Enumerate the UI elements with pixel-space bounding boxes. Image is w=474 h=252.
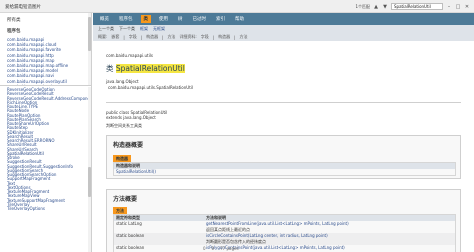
nav-tab[interactable]: 概览 — [98, 15, 111, 23]
method-modifier: static boolean — [116, 233, 145, 238]
class-title-prefix: 类 — [106, 64, 114, 73]
class-link[interactable]: TileOverlayOptions — [7, 206, 91, 211]
maximize-icon[interactable]: □ — [455, 4, 461, 10]
window-title: 爱给漏电铅造图片 — [5, 5, 41, 10]
method-modifier: static LatLng — [116, 221, 142, 226]
constructor-summary: 构造器概要 构造器 构造器和说明 SpatialRelationUtil() — [106, 135, 461, 179]
package-scrollbar[interactable] — [88, 13, 91, 85]
superclass-link[interactable]: java.lang.Object — [106, 79, 139, 84]
summary-link: 构造器 — [146, 34, 159, 39]
method-cell: isCircleContainsPoint(LatLng center, int… — [204, 233, 455, 245]
subnav-link[interactable]: 无框架 — [153, 26, 165, 32]
class-title: 类 SpatialRelationUtil — [106, 63, 185, 74]
title-bar: 爱给漏电铅造图片 1个匹配 ▲ ▼ SpatialRelationUtil – … — [0, 0, 474, 13]
method-summary-title: 方法概要 — [113, 196, 138, 203]
method-cell: getNearestPointFromLine(java.util.List<L… — [204, 221, 455, 233]
sub-navbar-2: 概要: 嵌套 | 字段 | 构造器 | 方法 详细资料: 字段 | 构造器 | 方法 — [93, 33, 474, 41]
subnav-link[interactable]: 下一个类 — [119, 26, 135, 32]
status-item: 0 — [211, 246, 215, 251]
summary-link: 方法 — [167, 34, 176, 39]
package-name[interactable]: com.baidu.mapapi.utils — [106, 53, 153, 58]
package-list-frame: 所有类 程序包 com.baidu.mapapi com.baidu.mapapi… — [0, 13, 91, 86]
summary-link: 概要: — [98, 34, 108, 39]
class-list: ReverseGeoCodeOption ReverseGeoCodeResult… — [7, 87, 91, 211]
method-summary: 方法概要 方法 限定符和类型 方法和说明 static LatLng getNea… — [106, 189, 461, 252]
constructor-summary-title: 构造器概要 — [113, 142, 144, 149]
summary-link: 构造器 — [218, 34, 231, 39]
summary-link: | — [123, 34, 125, 40]
status-item: 0 — [203, 246, 206, 251]
class-list-frame: ReverseGeoCodeOption ReverseGeoCodeResult… — [0, 87, 91, 252]
nav-tab: 类 — [140, 15, 151, 23]
find-input-value: SpatialRelationUtil — [394, 4, 431, 9]
nav-tab[interactable]: 使用 — [157, 15, 170, 23]
top-navbar: 概览 程序包类使用树已过时 索引 帮助 — [93, 13, 474, 25]
table-row: static boolean isCircleContainsPoint(LatL… — [114, 233, 455, 245]
divider — [106, 102, 461, 103]
summary-link: 字段 — [128, 34, 137, 39]
sub-navbar-1: 上一个类 下一个类 框架 无框架 — [93, 25, 474, 33]
summary-link: 方法 — [239, 34, 248, 39]
summary-link: | — [212, 34, 215, 40]
subnav-link[interactable]: 框架 — [140, 26, 148, 32]
all-classes-link[interactable]: 所有类 — [7, 17, 91, 23]
class-doc-frame: 概览 程序包类使用树已过时 索引 帮助 上一个类 下一个类 框架 无框架 概要: 嵌套 | 字段 |… — [93, 13, 474, 252]
find-input[interactable]: SpatialRelationUtil — [391, 3, 443, 10]
summary-link: | — [162, 34, 164, 40]
subnav-link[interactable]: 上一个类 — [98, 26, 114, 32]
arrow-up-icon[interactable]: ▲ — [373, 4, 379, 10]
packages-heading: 程序包 — [7, 29, 21, 34]
status-bar: 0 0 77 pages — [93, 245, 474, 252]
summary-link: 嵌套 — [111, 34, 120, 39]
constructor-table: 构造器和说明 SpatialRelationUtil() — [113, 162, 456, 176]
class-title-name: SpatialRelationUtil — [115, 64, 185, 73]
match-count: 1个匹配 — [355, 3, 370, 9]
nav-tab[interactable]: 已过时 — [191, 15, 209, 23]
find-toolbar: 1个匹配 ▲ ▼ SpatialRelationUtil – □ ✕ — [355, 3, 470, 10]
nav-tab[interactable]: 程序包 — [117, 15, 135, 23]
nav-tab[interactable]: 帮助 — [233, 15, 246, 23]
summary-link: 详细资料: — [179, 34, 197, 39]
table-row: static LatLng getNearestPointFromLine(jav… — [114, 221, 455, 233]
constructor-link[interactable]: SpatialRelationUtil() — [114, 169, 204, 174]
class-extends: extends java.lang.Object — [106, 115, 156, 120]
method-signature-link[interactable]: isCircleContainsPoint(LatLng center, int… — [206, 233, 455, 238]
class-description: 判断空间关系工具类 — [106, 123, 142, 128]
class-scrollbar[interactable] — [88, 87, 91, 252]
nav-tab[interactable]: 树 — [176, 15, 185, 23]
package-scrollbar-thumb[interactable] — [88, 17, 91, 51]
table-row: SpatialRelationUtil() — [114, 169, 455, 175]
inheritance-class: com.baidu.mapapi.utils.SpatialRelationUt… — [108, 85, 193, 90]
minimize-icon[interactable]: – — [446, 4, 452, 10]
close-icon[interactable]: ✕ — [464, 4, 470, 10]
summary-link: | — [234, 34, 236, 40]
status-item: 77 pages — [220, 246, 239, 251]
package-link[interactable]: com.baidu.mapapi.radar — [7, 84, 91, 85]
nav-tab[interactable]: 索引 — [214, 15, 227, 23]
arrow-down-icon[interactable]: ▼ — [382, 4, 388, 10]
class-scrollbar-thumb[interactable] — [88, 167, 91, 197]
summary-link: | — [140, 34, 143, 40]
method-signature-link[interactable]: getNearestPointFromLine(java.util.List<L… — [206, 221, 455, 226]
summary-link: 字段 — [200, 34, 209, 39]
left-frames: 所有类 程序包 com.baidu.mapapi com.baidu.mapapi… — [0, 13, 92, 252]
package-list: com.baidu.mapapi com.baidu.mapapi.cloud co… — [7, 37, 91, 85]
